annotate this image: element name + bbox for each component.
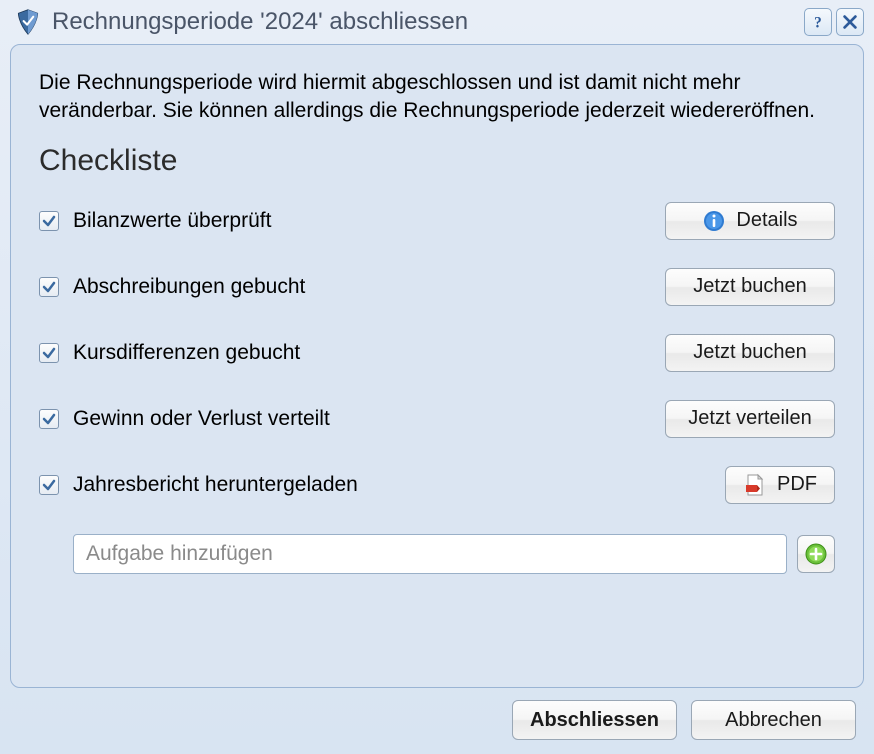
help-icon: ? [809, 13, 827, 31]
titlebar-buttons: ? [804, 8, 864, 36]
checklist-item: Bilanzwerte überprüft Details [39, 202, 835, 240]
book-now-button[interactable]: Jetzt buchen [665, 268, 835, 306]
button-label: Jetzt buchen [693, 275, 806, 298]
checklist-label: Gewinn oder Verlust verteilt [73, 407, 651, 431]
checklist-label: Jahresbericht heruntergeladen [73, 473, 711, 497]
button-label: Details [736, 209, 797, 232]
book-now-button[interactable]: Jetzt buchen [665, 334, 835, 372]
checklist-label: Bilanzwerte überprüft [73, 209, 651, 233]
button-label: Jetzt buchen [693, 341, 806, 364]
checkmark-icon [42, 478, 56, 492]
add-task-button[interactable] [797, 535, 835, 573]
help-button[interactable]: ? [804, 8, 832, 36]
checklist-label: Kursdifferenzen gebucht [73, 341, 651, 365]
add-task-row [39, 534, 835, 574]
description-text: Die Rechnungsperiode wird hiermit abgesc… [39, 69, 835, 126]
checklist-heading: Checkliste [39, 144, 835, 178]
details-button[interactable]: Details [665, 202, 835, 240]
submit-button[interactable]: Abschliessen [512, 700, 677, 740]
distribute-now-button[interactable]: Jetzt verteilen [665, 400, 835, 438]
checklist-label: Abschreibungen gebucht [73, 275, 651, 299]
shield-icon [14, 8, 42, 36]
checklist-item: Kursdifferenzen gebucht Jetzt buchen [39, 334, 835, 372]
checklist-item: Jahresbericht heruntergeladen PDF [39, 466, 835, 504]
info-icon [702, 209, 726, 233]
button-label: Jetzt verteilen [688, 407, 811, 430]
checkmark-icon [42, 214, 56, 228]
dialog-window: Rechnungsperiode '2024' abschliessen ? D… [0, 0, 874, 754]
titlebar: Rechnungsperiode '2024' abschliessen ? [0, 0, 874, 44]
pdf-icon [743, 473, 767, 497]
cancel-button[interactable]: Abbrechen [691, 700, 856, 740]
checklist: Bilanzwerte überprüft Details Abschreibu… [39, 202, 835, 504]
checklist-item: Abschreibungen gebucht Jetzt buchen [39, 268, 835, 306]
checkbox[interactable] [39, 409, 59, 429]
checklist-item: Gewinn oder Verlust verteilt Jetzt verte… [39, 400, 835, 438]
checkbox[interactable] [39, 343, 59, 363]
window-title: Rechnungsperiode '2024' abschliessen [52, 8, 794, 36]
checkmark-icon [42, 412, 56, 426]
checkmark-icon [42, 280, 56, 294]
content-frame: Die Rechnungsperiode wird hiermit abgesc… [10, 44, 864, 688]
checkbox[interactable] [39, 277, 59, 297]
close-button[interactable] [836, 8, 864, 36]
dialog-footer: Abschliessen Abbrechen [0, 698, 874, 754]
button-label: PDF [777, 473, 817, 496]
add-task-input[interactable] [73, 534, 787, 574]
close-icon [841, 13, 859, 31]
svg-text:?: ? [814, 14, 822, 31]
pdf-button[interactable]: PDF [725, 466, 835, 504]
checkbox[interactable] [39, 475, 59, 495]
checkbox[interactable] [39, 211, 59, 231]
checkmark-icon [42, 346, 56, 360]
add-icon [804, 542, 828, 566]
